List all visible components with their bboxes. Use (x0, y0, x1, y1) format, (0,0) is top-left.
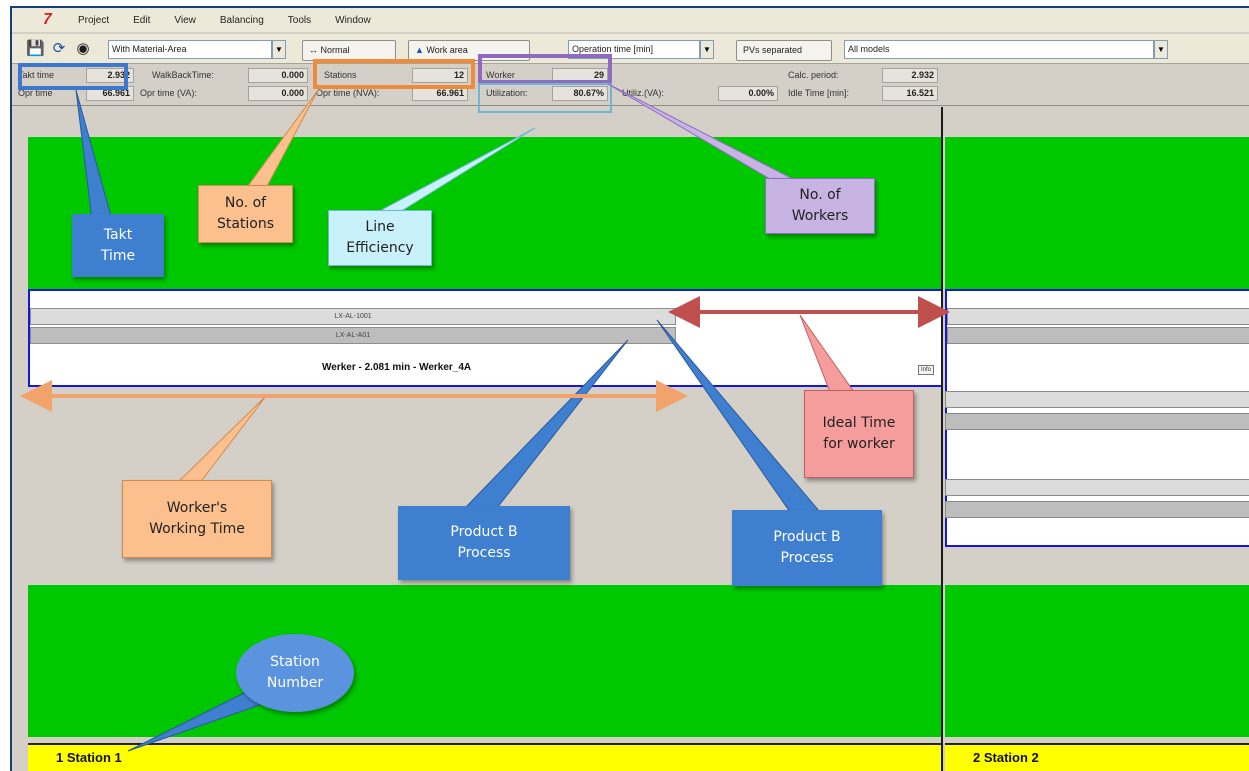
station-1-header[interactable]: 1 Station 1 (28, 743, 941, 771)
menu-tools[interactable]: Tools (286, 13, 313, 28)
station-2-operation-bar[interactable] (945, 391, 1249, 408)
utilization-highlight (478, 83, 612, 113)
resize-icon: ↔ (309, 45, 321, 55)
station-divider (941, 107, 943, 771)
walkback-value: 0.000 (248, 68, 308, 83)
calc-period-label: Calc. period: (788, 70, 839, 80)
utiliz-va-label: Utiliz.(VA): (622, 88, 664, 98)
area-select[interactable]: With Material-Area (108, 40, 272, 59)
line-balancing-window: 7 Project Edit View Balancing Tools Wind… (10, 6, 1249, 771)
opr-va-label: Opr time (VA): (140, 88, 197, 98)
stations-callout: No. of Stations (198, 185, 293, 243)
station-2-upper-green-area (945, 137, 1249, 289)
opr-nva-label: Opr time (NVA): (316, 88, 380, 98)
workers-callout: No. of Workers (765, 178, 875, 234)
station-2-operation-bar[interactable] (945, 501, 1249, 518)
worker-info-button[interactable]: Info (918, 365, 934, 375)
calc-period-value: 2.932 (882, 68, 938, 83)
product-b-process-callout-2: Product B Process (732, 510, 882, 586)
worker-highlight (478, 54, 612, 84)
station-2-lower-green-area (945, 585, 1249, 737)
menu-view[interactable]: View (172, 13, 198, 28)
idle-time-value: 16.521 (882, 86, 938, 101)
normal-button-label: Normal (320, 45, 350, 55)
stations-highlight (313, 59, 475, 89)
takt-time-callout: Takt Time (72, 214, 164, 277)
station-2-operation-bar[interactable] (947, 308, 1249, 325)
idle-time-label: Idle Time [min]: (788, 88, 850, 98)
save-icon[interactable]: 💾 (26, 40, 45, 58)
menu-bar: 7 Project Edit View Balancing Tools Wind… (12, 8, 1249, 32)
station-number-callout: Station Number (236, 634, 354, 712)
station-2-operation-bar[interactable] (947, 327, 1249, 344)
operation-bar-lx-al-a01[interactable]: LX-AL-A01 (30, 327, 676, 344)
working-time-callout: Worker's Working Time (122, 480, 272, 558)
model-select-arrow-icon[interactable]: ▼ (1154, 40, 1168, 59)
app-logo-icon: 7 (40, 11, 54, 28)
pvs-separated-button[interactable]: PVs separated (736, 40, 832, 61)
station-2-operation-bar[interactable] (945, 479, 1249, 496)
product-b-process-callout-1: Product B Process (398, 506, 570, 580)
ideal-time-callout: Ideal Time for worker (804, 390, 914, 478)
time-select-arrow-icon[interactable]: ▼ (700, 40, 714, 59)
info-strip: Takt time 2.932 WalkBackTime: 0.000 Stat… (12, 66, 1249, 106)
model-select[interactable]: All models (844, 40, 1154, 59)
line-efficiency-callout: Line Efficiency (328, 210, 432, 266)
menu-project[interactable]: Project (76, 13, 111, 28)
station-2-operation-bar[interactable] (945, 413, 1249, 430)
work-area-button-label: Work area (426, 45, 468, 55)
binoculars-icon[interactable]: ◉ (74, 40, 92, 58)
takt-time-highlight (18, 63, 128, 90)
work-area-icon: ▲ (415, 45, 427, 55)
station-1-lower-green-area (28, 585, 941, 737)
menu-window[interactable]: Window (333, 13, 373, 28)
worker-time-label: Werker - 2.081 min - Werker_4A (322, 362, 472, 373)
station-2-header[interactable]: 2 Station 2 (945, 743, 1249, 771)
toolbar: 💾 ⟳ ◉ With Material-Area ▼ ↔ Normal ▲ Wo… (12, 34, 1249, 64)
operation-bar-lx-al-1001[interactable]: LX-AL-1001 (30, 308, 676, 325)
menu-balancing[interactable]: Balancing (218, 13, 266, 28)
refresh-icon[interactable]: ⟳ (50, 40, 68, 58)
normal-button[interactable]: ↔ Normal (302, 40, 396, 61)
opr-va-value: 0.000 (248, 86, 308, 101)
walkback-label: WalkBackTime: (152, 70, 214, 80)
utiliz-va-value: 0.00% (718, 86, 778, 101)
area-select-arrow-icon[interactable]: ▼ (272, 40, 286, 59)
menu-edit[interactable]: Edit (131, 13, 152, 28)
